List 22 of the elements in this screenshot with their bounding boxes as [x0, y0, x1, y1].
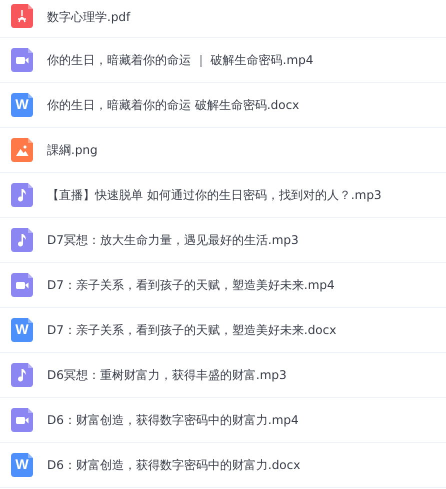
- pdf-file-icon: [11, 4, 33, 28]
- file-name[interactable]: 你的生日，暗藏着你的命运 ｜ 破解生命密码.mp4: [47, 52, 314, 68]
- video-file-icon: [11, 48, 33, 72]
- audio-file-icon: [11, 228, 33, 252]
- file-name[interactable]: D6：财富创造，获得数字密码中的财富力.docx: [47, 456, 300, 474]
- document-file-icon: W: [11, 318, 33, 342]
- file-name[interactable]: D7：亲子关系，看到孩子的天赋，塑造美好未来.docx: [47, 322, 336, 338]
- file-name[interactable]: 課綱.png: [47, 142, 98, 158]
- file-name[interactable]: D7冥想：放大生命力量，遇见最好的生活.mp3: [47, 232, 299, 248]
- document-file-icon: W: [11, 453, 33, 477]
- file-name[interactable]: 【直播】快速脱单 如何通过你的生日密码，找到对的人？.mp3: [47, 186, 382, 204]
- file-name[interactable]: D7：亲子关系，看到孩子的天赋，塑造美好未来.mp4: [47, 276, 335, 294]
- file-name[interactable]: D6冥想：重树财富力，获得丰盛的财富.mp3: [47, 366, 287, 384]
- audio-file-icon: [11, 363, 33, 387]
- document-file-icon: W: [11, 93, 33, 117]
- file-name[interactable]: D6：财富创造，获得数字密码中的财富力.mp4: [47, 412, 299, 428]
- video-file-icon: [11, 408, 33, 432]
- file-name[interactable]: 你的生日，暗藏着你的命运 破解生命密码.docx: [47, 96, 300, 114]
- file-name[interactable]: 数字心理学.pdf: [47, 9, 130, 26]
- audio-file-icon: [11, 183, 33, 207]
- image-file-icon: [11, 138, 33, 162]
- video-file-icon: [11, 273, 33, 297]
